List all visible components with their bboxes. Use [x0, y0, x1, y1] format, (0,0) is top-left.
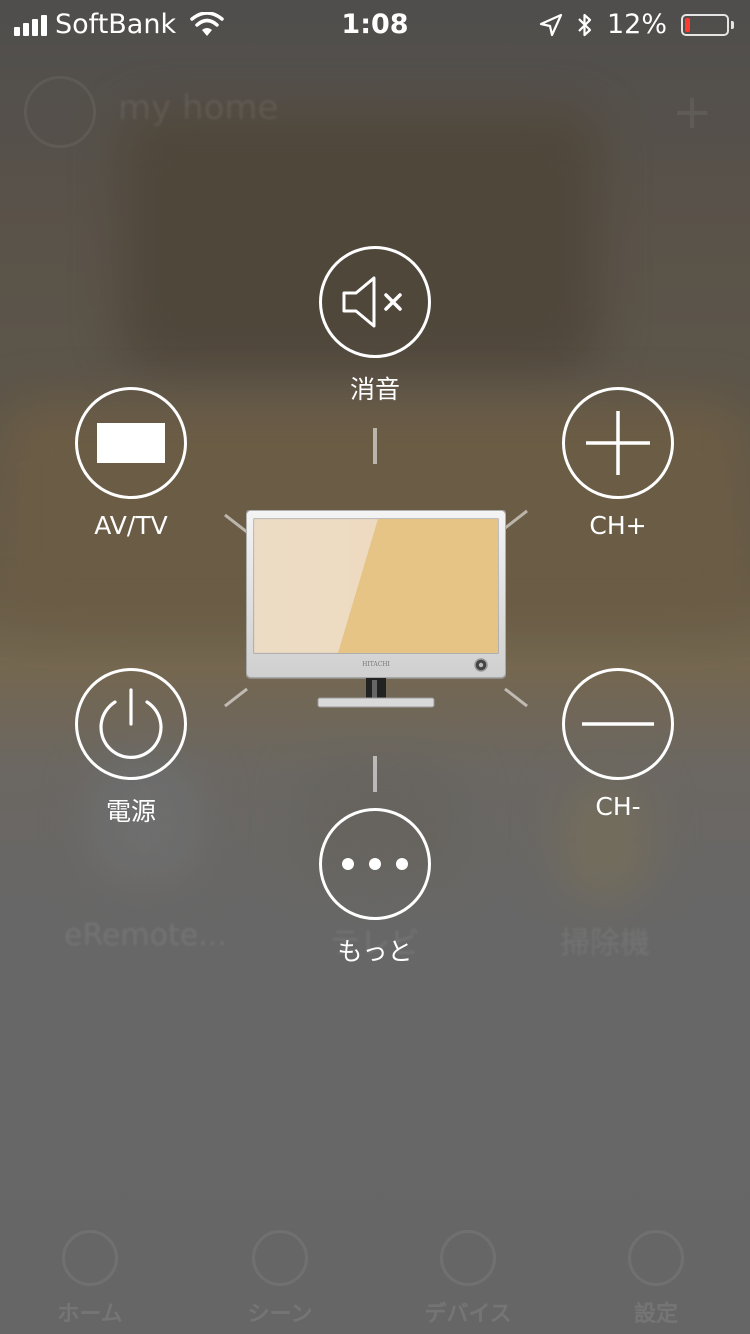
location-icon: [539, 13, 563, 36]
mute-action[interactable]: 消音: [275, 246, 475, 406]
battery-percent: 12%: [606, 9, 667, 40]
bluetooth-icon: [578, 13, 592, 36]
mute-icon: [342, 276, 402, 328]
input-label: AV/TV: [94, 511, 168, 540]
power-icon: [99, 688, 163, 759]
channel-down-button[interactable]: [562, 668, 674, 780]
more-dots-icon: [342, 858, 408, 870]
connector-line: [373, 428, 377, 464]
battery-fill: [685, 17, 690, 32]
mute-label: 消音: [349, 375, 400, 404]
power-action[interactable]: 電源: [31, 668, 231, 828]
battery-icon: [681, 13, 734, 36]
status-right: 12%: [539, 9, 734, 40]
more-label: もっと: [337, 937, 413, 966]
channel-up-button[interactable]: [562, 387, 674, 499]
channel-up-label: CH+: [589, 511, 647, 540]
mute-button[interactable]: [319, 246, 431, 358]
minus-icon: [582, 722, 654, 726]
more-action[interactable]: もっと: [275, 808, 475, 968]
status-bar: SoftBank 1:08 12%: [0, 0, 750, 50]
tv-icon: HITACHI: [246, 510, 506, 708]
more-button[interactable]: [319, 808, 431, 920]
power-label: 電源: [105, 797, 156, 826]
connector-line: [373, 756, 377, 792]
channel-up-action[interactable]: CH+: [518, 387, 718, 540]
power-button[interactable]: [75, 668, 187, 780]
input-action[interactable]: AV/TV: [31, 387, 231, 540]
svg-text:HITACHI: HITACHI: [362, 661, 390, 668]
input-source-icon: [97, 423, 165, 463]
plus-icon: [586, 411, 650, 475]
channel-down-label: CH-: [595, 792, 641, 821]
input-source-button[interactable]: [75, 387, 187, 499]
channel-down-action[interactable]: CH-: [518, 668, 718, 821]
